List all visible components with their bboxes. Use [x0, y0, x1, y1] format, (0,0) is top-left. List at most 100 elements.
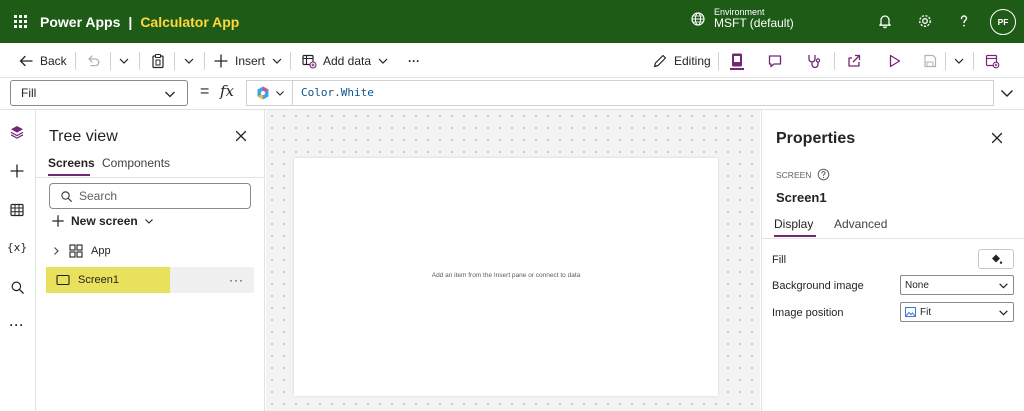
add-data-label: Add data: [323, 53, 372, 68]
share-button[interactable]: [846, 43, 862, 78]
insert-button[interactable]: Insert: [213, 43, 283, 78]
environment-value: MSFT (default): [714, 16, 794, 31]
chevron-down-icon: [999, 310, 1008, 316]
help-button[interactable]: [954, 11, 974, 31]
variables-icon[interactable]: {x}: [6, 236, 28, 258]
share-icon: [848, 54, 861, 67]
divider: [110, 52, 111, 70]
chevron-down-icon: [954, 58, 964, 64]
background-image-label: Background image: [772, 280, 864, 292]
comment-icon: [768, 54, 782, 67]
search-icon: [61, 190, 72, 202]
image-position-label: Image position: [772, 307, 844, 319]
tab-screens[interactable]: Screens: [48, 156, 95, 170]
canvas-hint: Add an item from the Insert pane or conn…: [431, 272, 581, 279]
canvas-area[interactable]: Add an item from the Insert pane or conn…: [266, 110, 760, 411]
tab-components[interactable]: Components: [102, 156, 170, 170]
plus-icon: [10, 164, 24, 178]
app-launcher-button[interactable]: [0, 15, 40, 28]
chevron-down-icon: [999, 283, 1008, 289]
undo-icon: [88, 54, 100, 66]
divider: [36, 177, 265, 178]
title-separator: |: [128, 13, 133, 30]
undo-dropdown[interactable]: [118, 43, 130, 78]
divider: [973, 52, 974, 70]
app-name: Calculator App: [140, 13, 240, 30]
add-data-button[interactable]: Add data: [301, 43, 389, 78]
settings-button[interactable]: [915, 11, 935, 31]
brand-name[interactable]: Power Apps: [40, 14, 120, 30]
avatar[interactable]: PF: [990, 9, 1016, 35]
screen1-more-button[interactable]: ···: [229, 273, 244, 287]
divider: [139, 52, 140, 70]
image-icon: [905, 307, 916, 317]
screen-canvas[interactable]: Add an item from the Insert pane or conn…: [294, 158, 718, 396]
help-circle-icon[interactable]: [817, 168, 830, 181]
search-rail-button[interactable]: [6, 276, 28, 298]
notifications-button[interactable]: [875, 11, 895, 31]
tree-view-rail-button[interactable]: [6, 121, 28, 143]
divider: [174, 52, 175, 70]
paste-button[interactable]: [150, 43, 166, 78]
app-icon: [69, 244, 83, 258]
data-rail-button[interactable]: [6, 199, 28, 221]
more-rail-button[interactable]: ···: [6, 314, 28, 336]
publish-icon: [985, 54, 1000, 68]
close-icon[interactable]: [234, 129, 248, 143]
chevron-down-icon: [378, 58, 388, 64]
background-image-value: None: [905, 279, 929, 291]
insert-label: Insert: [235, 53, 266, 68]
environment-picker[interactable]: Environment MSFT (default): [690, 7, 794, 31]
tree-node-screen1[interactable]: Screen1 ···: [46, 267, 254, 293]
search-input[interactable]: [79, 189, 229, 203]
divider: [75, 52, 76, 70]
environment-icon: [690, 11, 706, 27]
back-button[interactable]: Back: [18, 43, 67, 78]
properties-title: Properties: [776, 130, 856, 147]
screen1-highlight: Screen1: [46, 267, 170, 293]
plus-icon: [52, 215, 64, 227]
chevron-down-icon: [144, 219, 153, 224]
expand-formula-icon[interactable]: [999, 85, 1015, 101]
more-commands-button[interactable]: ···: [408, 43, 420, 78]
undo-button[interactable]: [85, 43, 101, 78]
property-selector[interactable]: Fill: [10, 80, 188, 106]
paste-dropdown[interactable]: [183, 43, 195, 78]
waffle-icon: [13, 15, 27, 28]
preview-button[interactable]: [886, 43, 902, 78]
health-check-button[interactable]: [806, 43, 822, 78]
tree-search: [49, 183, 251, 209]
editing-mode-button[interactable]: Editing: [652, 43, 711, 78]
tree-node-app-label: App: [91, 245, 111, 257]
comments-button[interactable]: [767, 43, 783, 78]
screen-icon: [56, 274, 70, 286]
active-tab-indicator: [774, 235, 816, 237]
arrow-left-icon: [19, 55, 33, 66]
stethoscope-icon: [808, 54, 821, 68]
active-tab-indicator: [48, 174, 90, 176]
app-checker-button[interactable]: [729, 43, 745, 78]
play-icon: [889, 54, 901, 67]
divider: [718, 52, 719, 70]
publish-button[interactable]: [984, 43, 1000, 78]
image-position-select[interactable]: Fit: [900, 302, 1014, 322]
close-icon[interactable]: [990, 131, 1004, 145]
tree-node-screen1-label: Screen1: [78, 274, 119, 286]
table-icon: [10, 203, 24, 217]
gear-icon: [919, 15, 931, 27]
copilot-button[interactable]: [247, 81, 293, 105]
back-label: Back: [40, 53, 67, 68]
tab-advanced[interactable]: Advanced: [834, 217, 887, 231]
search-icon: [11, 281, 24, 294]
new-screen-button[interactable]: New screen: [51, 214, 154, 228]
background-image-select[interactable]: None: [900, 275, 1014, 295]
chevron-right-icon: [54, 247, 59, 255]
chevron-down-icon: [165, 91, 175, 98]
tab-display[interactable]: Display: [774, 217, 813, 231]
tree-node-app[interactable]: App: [51, 244, 111, 258]
save-dropdown[interactable]: [953, 43, 965, 78]
fill-color-picker[interactable]: [978, 249, 1014, 269]
insert-rail-button[interactable]: [6, 160, 28, 182]
formula-input[interactable]: Color.White: [246, 80, 994, 106]
save-button[interactable]: [922, 43, 938, 78]
